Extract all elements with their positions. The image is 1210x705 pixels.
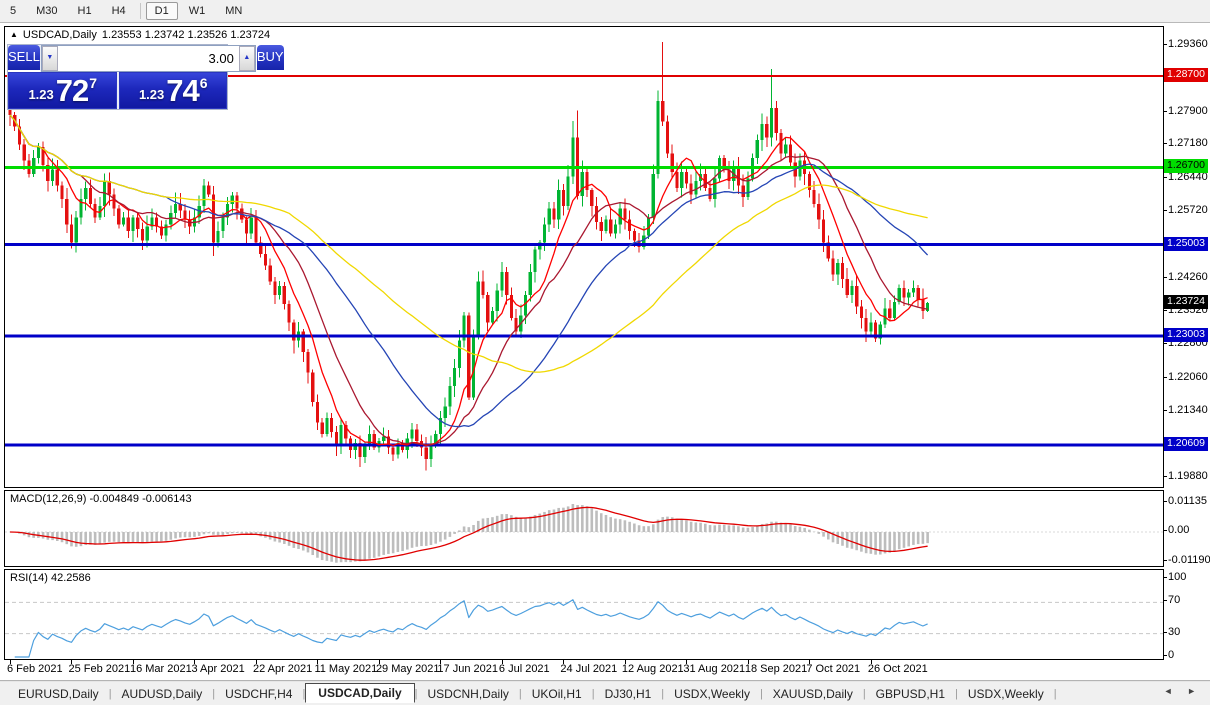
level-price-label-1.28700: 1.28700: [1164, 68, 1208, 82]
timeframe-button-H4[interactable]: H4: [103, 3, 135, 19]
date-label-11-May-2021: 11 May 2021: [314, 663, 377, 675]
macd-label: MACD(12,26,9) -0.004849 -0.006143: [10, 493, 192, 505]
tab-UKOil-H1[interactable]: UKOil,H1: [522, 685, 592, 703]
volume-spinner: ▼ ▲: [41, 45, 256, 72]
main-chart-pane[interactable]: ▲ USDCAD,Daily 1.23553 1.23742 1.23526 1…: [4, 26, 1164, 488]
macd-axis-tick--0.011904: -0.011904: [1168, 554, 1210, 566]
tab-USDX-Weekly[interactable]: USDX,Weekly: [958, 685, 1054, 703]
date-label-7-Oct-2021: 7 Oct 2021: [806, 663, 860, 675]
tab-XAUUSD-Daily[interactable]: XAUUSD,Daily: [763, 685, 863, 703]
rsi-axis-tick-70: 70: [1168, 594, 1180, 606]
bid-price-big: 72: [56, 77, 88, 105]
price-axis-tick-1.19880: 1.19880: [1168, 470, 1208, 482]
ask-price-tile[interactable]: 1.23 74 6: [119, 72, 228, 109]
tab-USDCHF-H4[interactable]: USDCHF,H4: [215, 685, 302, 703]
date-label-29-May-2021: 29 May 2021: [376, 663, 440, 675]
bid-price-pip: 7: [89, 75, 97, 91]
timeframe-toolbar: 5M30H1H4 D1W1MN: [0, 0, 1210, 23]
rsi-axis-tick-100: 100: [1168, 571, 1186, 583]
chart-ohlc-values: 1.23553 1.23742 1.23526 1.23724: [102, 29, 270, 41]
rsi-indicator-pane[interactable]: RSI(14) 42.2586: [4, 569, 1164, 660]
rsi-axis: 10070300: [1164, 569, 1210, 660]
price-axis-tick-1.25720: 1.25720: [1168, 204, 1208, 216]
chart-tab-bar: EURUSD,Daily|AUDUSD,Daily|USDCHF,H4|USDC…: [0, 682, 1210, 705]
date-label-26-Oct-2021: 26 Oct 2021: [868, 663, 928, 675]
macd-axis: 0.01135 0.00 -0.011904: [1164, 490, 1210, 567]
tab-USDCNH-Daily[interactable]: USDCNH,Daily: [418, 685, 519, 703]
date-label-17-Jun-2021: 17 Jun 2021: [437, 663, 498, 675]
chart-title: ▲ USDCAD,Daily 1.23553 1.23742 1.23526 1…: [10, 29, 270, 41]
timeframe-button-H1[interactable]: H1: [69, 3, 101, 19]
tab-DJ30-H1[interactable]: DJ30,H1: [595, 685, 662, 703]
volume-decrease-button[interactable]: ▼: [42, 46, 58, 71]
timeframe-button-W1[interactable]: W1: [180, 3, 215, 19]
timeframe-button-MN[interactable]: MN: [216, 3, 251, 19]
ask-price-pip: 6: [200, 75, 208, 91]
date-label-3-Apr-2021: 3 Apr 2021: [191, 663, 244, 675]
sell-button[interactable]: SELL: [8, 45, 40, 72]
date-axis: 6 Feb 2021 25 Feb 202116 Mar 20213 Apr 20…: [4, 660, 1210, 679]
rsi-chart: [5, 570, 1163, 659]
tab-EURUSD-Daily[interactable]: EURUSD,Daily: [8, 685, 109, 703]
one-click-trade-widget: SELL ▼ ▲ BUY 1.23 72 7 1.23 74 6: [7, 44, 228, 110]
rsi-axis-tick-30: 30: [1168, 626, 1180, 638]
ask-price-big: 74: [166, 77, 198, 105]
volume-input[interactable]: [58, 46, 239, 71]
date-label-24-Jul-2021: 24 Jul 2021: [560, 663, 617, 675]
price-axis-tick-1.21340: 1.21340: [1168, 404, 1208, 416]
buy-button[interactable]: BUY: [257, 45, 284, 72]
tab-AUDUSD-Daily[interactable]: AUDUSD,Daily: [112, 685, 213, 703]
date-label-6-Jul-2021: 6 Jul 2021: [499, 663, 550, 675]
toolbar-separator: [140, 3, 141, 19]
bid-price-tile[interactable]: 1.23 72 7: [8, 72, 117, 109]
date-label-16-Mar-2021: 16 Mar 2021: [130, 663, 192, 675]
tab-USDX-Weekly[interactable]: USDX,Weekly: [664, 685, 760, 703]
ask-price-prefix: 1.23: [139, 87, 164, 102]
macd-axis-tick-0.01135: 0.01135: [1168, 495, 1207, 507]
price-axis-tick-1.29360: 1.29360: [1168, 38, 1208, 50]
level-price-label-1.20609: 1.20609: [1164, 437, 1208, 451]
price-axis-tick-1.22060: 1.22060: [1168, 371, 1208, 383]
tab-separator: |: [1054, 688, 1057, 700]
price-axis-tick-1.27180: 1.27180: [1168, 137, 1208, 149]
macd-indicator-pane[interactable]: MACD(12,26,9) -0.004849 -0.006143: [4, 490, 1164, 567]
price-axis: 1.293601.279001.271801.264401.257201.242…: [1164, 26, 1210, 488]
macd-axis-tick-0.00: 0.00: [1168, 524, 1189, 536]
date-label-22-Apr-2021: 22 Apr 2021: [253, 663, 312, 675]
tab-USDCAD-Daily[interactable]: USDCAD,Daily: [305, 683, 414, 703]
date-label-6-Feb-2021: 6 Feb 2021: [7, 663, 63, 675]
date-label-18-Sep-2021: 18 Sep 2021: [745, 663, 807, 675]
rsi-label: RSI(14) 42.2586: [10, 572, 91, 584]
timeframe-button-M30[interactable]: M30: [27, 3, 66, 19]
timeframe-button-5[interactable]: 5: [1, 3, 25, 19]
timeframe-button-D1[interactable]: D1: [146, 2, 178, 20]
price-axis-tick-1.27900: 1.27900: [1168, 105, 1208, 117]
tab-GBPUSD-H1[interactable]: GBPUSD,H1: [866, 685, 955, 703]
collapse-icon[interactable]: ▲: [10, 30, 18, 39]
level-price-label-1.25003: 1.25003: [1164, 237, 1208, 251]
tab-scroll-arrows[interactable]: ◄ ►: [1164, 686, 1202, 696]
date-label-25-Feb-2021: 25 Feb 2021: [68, 663, 130, 675]
current-price-label: 1.23724: [1164, 295, 1208, 309]
date-label-12-Aug-2021: 12 Aug 2021: [622, 663, 684, 675]
date-label-31-Aug-2021: 31 Aug 2021: [683, 663, 745, 675]
trading-platform-window: 5M30H1H4 D1W1MN ▲ USDCAD,Daily 1.23553 1.…: [0, 0, 1210, 705]
price-axis-tick-1.24260: 1.24260: [1168, 271, 1208, 283]
level-price-label-1.26700: 1.26700: [1164, 159, 1208, 173]
bid-price-prefix: 1.23: [28, 87, 53, 102]
chart-symbol-label: USDCAD,Daily: [23, 29, 97, 41]
level-price-label-1.23003: 1.23003: [1164, 328, 1208, 342]
volume-increase-button[interactable]: ▲: [239, 46, 255, 71]
